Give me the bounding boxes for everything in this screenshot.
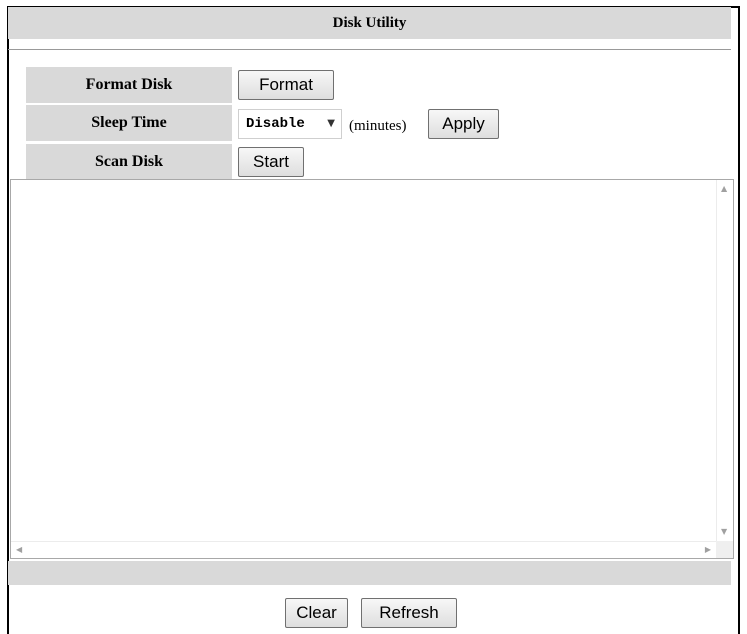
chevron-down-icon: ▼ [327,118,335,129]
scroll-right-arrow-icon[interactable]: ▶ [705,545,711,555]
sleep-time-units: (minutes) [349,118,407,134]
scroll-up-arrow-icon[interactable]: ▲ [721,184,727,194]
refresh-button[interactable]: Refresh [361,598,457,628]
vertical-scrollbar[interactable]: ▲ ▼ [716,180,733,541]
format-button[interactable]: Format [238,70,334,100]
sleep-time-select-value: Disable [246,116,305,132]
clear-button[interactable]: Clear [285,598,348,628]
scan-log-textarea[interactable]: ▲ ▼ ◀ ▶ [10,179,734,559]
sleep-time-select[interactable]: Disable ▼ [238,109,342,139]
start-scan-button[interactable]: Start [238,147,304,177]
scroll-left-arrow-icon[interactable]: ◀ [16,545,22,555]
scroll-down-arrow-icon[interactable]: ▼ [721,527,727,537]
apply-button[interactable]: Apply [428,109,499,139]
title-divider [8,49,731,50]
status-bar [8,561,731,585]
format-disk-label: Format Disk [26,67,232,103]
horizontal-scrollbar[interactable]: ◀ ▶ [11,541,716,558]
scrollbar-corner [716,541,733,558]
scan-disk-label: Scan Disk [26,144,232,180]
sleep-time-label: Sleep Time [26,105,232,141]
page-title: Disk Utility [8,7,731,39]
